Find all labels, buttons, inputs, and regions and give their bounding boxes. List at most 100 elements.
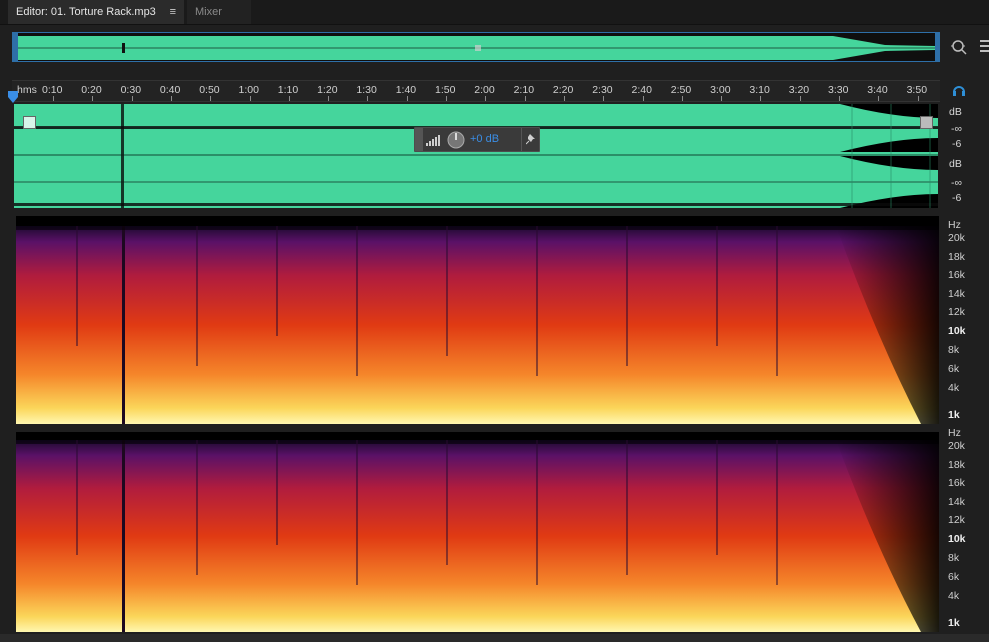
ruler-tick-label: 1:30 (356, 84, 377, 96)
horizontal-scrollbar[interactable] (0, 634, 989, 642)
freq-label: 4k (948, 590, 960, 602)
tab-mixer[interactable]: Mixer (187, 0, 251, 24)
volume-hud[interactable]: +0 dB (414, 127, 540, 152)
ruler-tick-label: 0:30 (120, 84, 142, 96)
ruler-tick-mark (917, 96, 919, 101)
freq-label: 6k (948, 363, 960, 375)
ruler-tick-label: 3:20 (788, 84, 810, 96)
waveform-display[interactable] (14, 104, 938, 208)
headphones-icon[interactable] (952, 83, 966, 97)
freq-label: 14k (948, 496, 965, 508)
fade-out-handle-icon[interactable] (920, 116, 933, 129)
hud-drag-handle[interactable] (415, 128, 423, 151)
pin-icon[interactable] (526, 134, 536, 145)
ruler-tick-label: 2:50 (670, 84, 692, 96)
tab-mixer-label: Mixer (195, 6, 222, 18)
ruler-tick-label: 2:40 (631, 84, 652, 96)
db-label: -6 (952, 138, 962, 150)
db-label: dB (949, 158, 962, 170)
right-panel-icon[interactable] (980, 38, 989, 54)
time-ruler[interactable]: hms 0:10 0:20 0:30 0:40 0:50 1:00 1:10 1:20 1:30… (12, 80, 940, 102)
ruler-unit-label: hms (17, 84, 37, 96)
frequency-scale-channel-1: Hz 20k 18k 16k 14k 12k 10k 8k 6k 4k 1k (944, 216, 984, 424)
ruler-tick-label: 3:40 (867, 84, 888, 96)
freq-label: 10k (948, 533, 966, 545)
zoom-icon[interactable] (950, 38, 968, 56)
ruler-tick-label: 2:20 (552, 84, 574, 96)
freq-label: 4k (948, 382, 960, 394)
db-scale: dB -∞ -6 dB -∞ -6 (942, 104, 966, 208)
ruler-tick-mark (603, 96, 605, 101)
ruler-tick-label: 3:30 (828, 84, 849, 96)
ruler-tick-label: 1:00 (238, 84, 259, 96)
ruler-tick-label: 3:10 (749, 84, 770, 96)
spectrogram-channel-2[interactable] (16, 432, 939, 632)
freq-label: 12k (948, 514, 965, 526)
db-label: -6 (952, 192, 962, 204)
ruler-tick-label: 1:10 (277, 84, 299, 96)
volume-meter-icon (426, 135, 440, 146)
ruler-tick-label: 2:30 (592, 84, 613, 96)
ruler-tick-mark (249, 96, 251, 101)
ruler-tick-mark (210, 96, 212, 101)
volume-knob-icon[interactable] (446, 130, 466, 150)
ruler-tick-mark (131, 96, 133, 101)
freq-label: 20k (948, 440, 965, 452)
ruler-tick-label: 1:20 (317, 84, 338, 96)
tab-bar: Editor: 01. Torture Rack.mp3 ≡ Mixer (0, 0, 989, 25)
ruler-tick-mark (485, 96, 487, 101)
frequency-scale-channel-2: Hz 20k 18k 16k 14k 12k 10k 8k 6k 4k 1k (944, 424, 984, 634)
ruler-tick-mark (446, 96, 447, 101)
ruler-tick-label: 0:50 (199, 84, 220, 96)
ruler-tick-mark (721, 96, 723, 101)
tab-editor-label: Editor: 01. Torture Rack.mp3 (16, 6, 156, 18)
ruler-tick-label: 0:20 (81, 84, 102, 96)
freq-unit: Hz (948, 219, 961, 231)
ruler-tick-mark (681, 96, 683, 101)
freq-label: 6k (948, 571, 960, 583)
freq-label: 1k (948, 617, 960, 629)
waveform-channel-2 (14, 156, 938, 208)
ruler-tick-mark (367, 96, 369, 101)
volume-value[interactable]: +0 dB (470, 133, 499, 145)
ruler-tick-label: 3:00 (710, 84, 731, 96)
ruler-tick-label: 2:00 (474, 84, 495, 96)
ruler-tick-label: 0:40 (159, 84, 181, 96)
spectrogram-channel-1[interactable] (16, 216, 939, 424)
freq-label: 8k (948, 344, 960, 356)
ruler-tick-mark (524, 96, 526, 101)
ruler-tick-label: 0:10 (42, 84, 63, 96)
fade-in-handle-icon[interactable] (23, 116, 36, 129)
ruler-tick-label: 1:50 (435, 84, 456, 96)
freq-label: 16k (948, 477, 965, 489)
panel-divider-handle[interactable] (500, 210, 526, 222)
ruler-tick-mark (53, 96, 54, 101)
ruler-tick-mark (92, 96, 94, 101)
ruler-tick-mark (328, 96, 330, 101)
db-label: -∞ (951, 177, 962, 189)
ruler-tick-mark (839, 96, 840, 101)
ruler-tick-label: 2:10 (513, 84, 535, 96)
ruler-tick-mark (406, 96, 408, 101)
freq-label: 10k (948, 325, 966, 337)
freq-label: 14k (948, 288, 965, 300)
ruler-tick-label: 3:50 (906, 84, 928, 96)
freq-label: 16k (948, 269, 965, 281)
ruler-tick-mark (288, 96, 290, 101)
freq-unit: Hz (948, 427, 961, 439)
ruler-tick-mark (642, 96, 644, 101)
db-label: -∞ (951, 123, 962, 135)
ruler-tick-mark (563, 96, 565, 101)
panel-menu-icon[interactable]: ≡ (170, 0, 176, 24)
tab-editor[interactable]: Editor: 01. Torture Rack.mp3 ≡ (8, 0, 184, 24)
db-label: dB (949, 106, 962, 118)
freq-label: 12k (948, 306, 965, 318)
ruler-tick-label: 1:40 (395, 84, 417, 96)
freq-label: 20k (948, 232, 965, 244)
ruler-tick-mark (170, 96, 172, 101)
playhead-marker-icon[interactable] (8, 90, 18, 103)
freq-label: 18k (948, 251, 965, 263)
ruler-tick-mark (878, 96, 880, 101)
freq-label: 8k (948, 552, 960, 564)
overview-navigator[interactable] (12, 32, 940, 62)
